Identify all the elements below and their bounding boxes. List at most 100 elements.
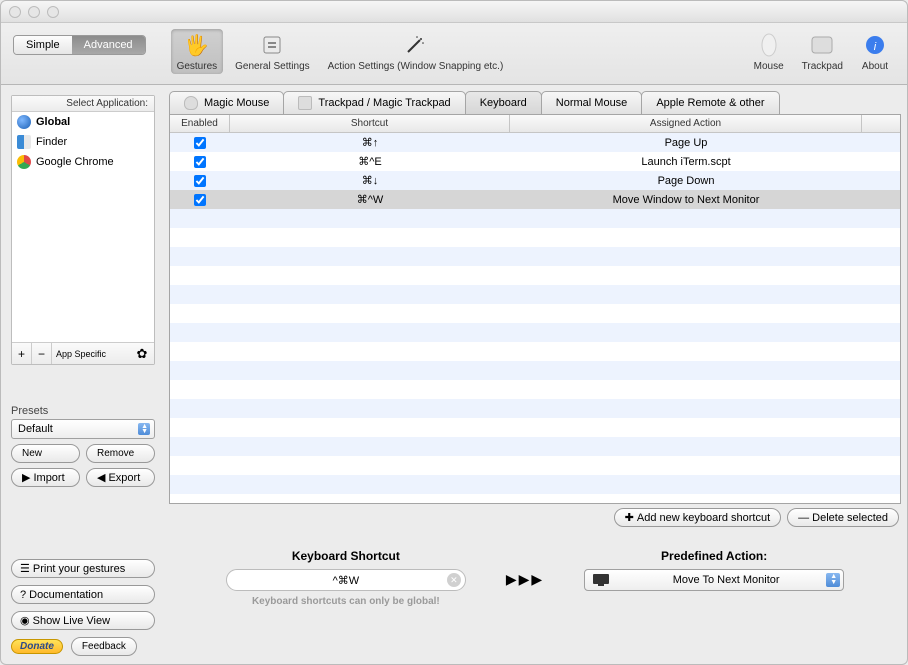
app-item-label: Finder: [36, 136, 67, 148]
toolbar: Simple Advanced 🖐 Gestures General Setti…: [1, 23, 907, 85]
import-icon: ▶: [22, 471, 30, 484]
live-view-button[interactable]: ◉Show Live View: [11, 611, 155, 630]
table-row: [170, 247, 900, 266]
general-settings-tab[interactable]: General Settings: [229, 29, 316, 74]
shortcut-cell: ⌘↑: [230, 136, 510, 149]
enable-checkbox[interactable]: [194, 137, 206, 149]
tab-remote[interactable]: Apple Remote & other: [641, 91, 779, 114]
presets-select[interactable]: Default ▲▼: [11, 419, 155, 439]
advanced-mode-button[interactable]: Advanced: [72, 36, 145, 54]
col-action[interactable]: Assigned Action: [510, 115, 862, 132]
edit-panel: Keyboard Shortcut ^⌘W ✕ Keyboard shortcu…: [163, 531, 907, 625]
export-icon: ◀: [97, 471, 105, 484]
action-column: Predefined Action: Move To Next Monitor …: [584, 549, 844, 591]
table-row: [170, 304, 900, 323]
donate-button[interactable]: Donate: [11, 639, 63, 654]
export-button[interactable]: ◀Export: [86, 468, 155, 487]
enable-checkbox[interactable]: [194, 194, 206, 206]
app-list-footer: + − App Specific ✿: [12, 342, 154, 364]
documentation-button[interactable]: ?Documentation: [11, 585, 155, 604]
remove-app-button[interactable]: −: [32, 343, 52, 364]
remove-preset-button[interactable]: Remove: [86, 444, 155, 463]
app-item-global[interactable]: Global: [12, 112, 154, 132]
action-cell: Move Window to Next Monitor: [510, 194, 862, 206]
print-gestures-button[interactable]: ☰Print your gestures: [11, 559, 155, 578]
enable-checkbox[interactable]: [194, 175, 206, 187]
info-icon: i: [861, 31, 889, 59]
toolbar-items: 🖐 Gestures General Settings Action Setti…: [171, 29, 510, 74]
table-row: [170, 228, 900, 247]
minimize-traffic-light[interactable]: [28, 6, 40, 18]
table-row: [170, 399, 900, 418]
table-row: [170, 475, 900, 494]
gestures-tab[interactable]: 🖐 Gestures: [171, 29, 224, 74]
trackpad-tab[interactable]: Trackpad: [796, 29, 849, 74]
monitor-icon: [593, 573, 609, 587]
plus-icon: ✚: [625, 511, 634, 524]
app-item-finder[interactable]: Finder: [12, 132, 154, 152]
import-button[interactable]: ▶Import: [11, 468, 80, 487]
help-icon: ?: [20, 589, 26, 601]
feedback-button[interactable]: Feedback: [71, 637, 137, 656]
tab-normal-mouse[interactable]: Normal Mouse: [541, 91, 643, 114]
main-panel: Magic Mouse Trackpad / Magic Trackpad Ke…: [163, 85, 907, 664]
app-item-label: Google Chrome: [36, 156, 114, 168]
sidebar: Select Application: Global Finder Google…: [1, 85, 163, 664]
table-row: [170, 266, 900, 285]
shortcut-value: ^⌘W: [333, 574, 360, 587]
table-row: [170, 361, 900, 380]
globe-icon: [17, 115, 31, 129]
enable-checkbox[interactable]: [194, 156, 206, 168]
shortcut-hint: Keyboard shortcuts can only be global!: [252, 596, 440, 607]
add-app-button[interactable]: +: [12, 343, 32, 364]
app-item-chrome[interactable]: Google Chrome: [12, 152, 154, 172]
shortcut-title: Keyboard Shortcut: [292, 549, 400, 563]
mouse-tab[interactable]: Mouse: [748, 29, 790, 74]
action-cell: Page Down: [510, 175, 862, 187]
add-shortcut-button[interactable]: ✚ Add new keyboard shortcut: [614, 508, 782, 527]
application-list: Select Application: Global Finder Google…: [11, 95, 155, 365]
table-row[interactable]: ⌘^ELaunch iTerm.scpt: [170, 152, 900, 171]
trackpad-tab-icon: [298, 96, 312, 110]
mode-segment: Simple Advanced: [13, 35, 146, 55]
zoom-traffic-light[interactable]: [47, 6, 59, 18]
col-shortcut[interactable]: Shortcut: [230, 115, 510, 132]
finder-icon: [17, 135, 31, 149]
table-row[interactable]: ⌘↓Page Down: [170, 171, 900, 190]
table-row: [170, 285, 900, 304]
simple-mode-button[interactable]: Simple: [14, 36, 72, 54]
close-traffic-light[interactable]: [9, 6, 21, 18]
tab-trackpad[interactable]: Trackpad / Magic Trackpad: [283, 91, 465, 114]
shortcut-cell: ⌘^E: [230, 155, 510, 168]
wand-icon: [401, 31, 429, 59]
preset-value: Default: [18, 423, 53, 435]
shortcut-input[interactable]: ^⌘W ✕: [226, 569, 466, 591]
tab-keyboard[interactable]: Keyboard: [465, 91, 542, 114]
arrow-separator: ▶▶▶: [506, 571, 544, 588]
presets-section: Presets Default ▲▼ New Remove ▶Import ◀E…: [11, 405, 155, 487]
app-settings-button[interactable]: ✿: [130, 343, 154, 364]
shortcut-cell: ⌘↓: [230, 174, 510, 187]
presets-label: Presets: [11, 405, 155, 417]
table-row: [170, 380, 900, 399]
clear-shortcut-button[interactable]: ✕: [447, 573, 461, 587]
minus-icon: —: [798, 512, 809, 524]
delete-shortcut-button[interactable]: — Delete selected: [787, 508, 899, 527]
table-row: [170, 418, 900, 437]
table-row[interactable]: ⌘↑Page Up: [170, 133, 900, 152]
col-enabled[interactable]: Enabled: [170, 115, 230, 132]
toolbar-right: Mouse Trackpad i About: [748, 29, 895, 74]
magic-mouse-icon: [184, 96, 198, 110]
action-select[interactable]: Move To Next Monitor ▲▼: [584, 569, 844, 591]
action-settings-tab[interactable]: Action Settings (Window Snapping etc.): [322, 29, 510, 74]
action-cell: Page Up: [510, 137, 862, 149]
action-cell: Launch iTerm.scpt: [510, 156, 862, 168]
table-actions: ✚ Add new keyboard shortcut — Delete sel…: [163, 504, 907, 531]
action-title: Predefined Action:: [661, 549, 767, 563]
about-tab[interactable]: i About: [855, 29, 895, 74]
eye-icon: ◉: [20, 614, 30, 627]
table-row[interactable]: ⌘^WMove Window to Next Monitor: [170, 190, 900, 209]
tab-magic-mouse[interactable]: Magic Mouse: [169, 91, 284, 114]
settings-icon: [258, 31, 286, 59]
new-preset-button[interactable]: New: [11, 444, 80, 463]
